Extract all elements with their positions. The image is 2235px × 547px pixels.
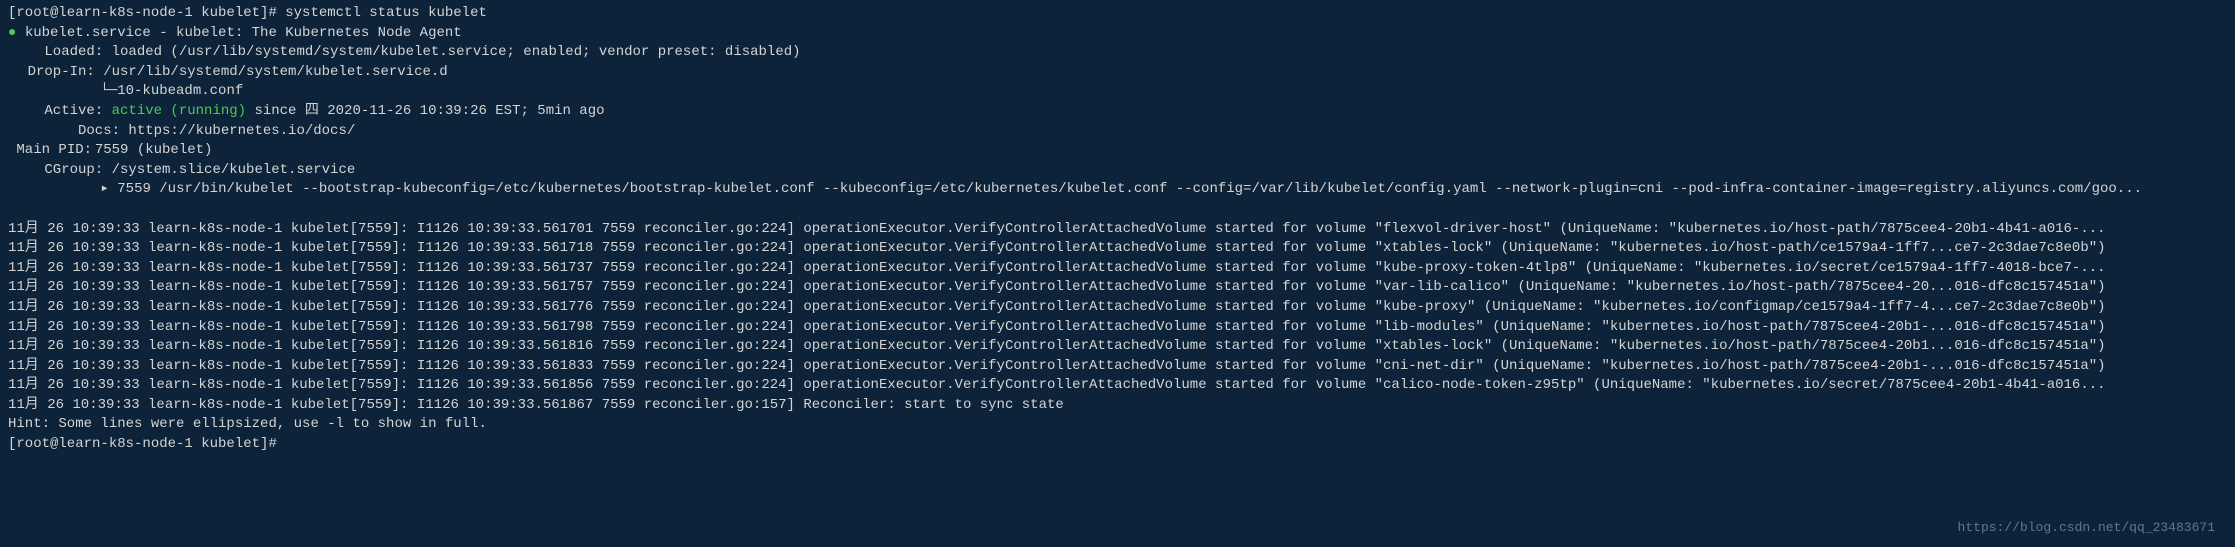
shell-prompt: [root@learn-k8s-node-1 kubelet]# — [8, 5, 285, 21]
dropin-label: Drop-In: — [25, 63, 95, 83]
docs-value: https://kubernetes.io/docs/ — [128, 123, 355, 139]
dropin-file-line: └─10-kubeadm.conf — [8, 82, 2227, 102]
mainpid-value: 7559 (kubelet) — [95, 142, 213, 158]
log-line: 11月 26 10:39:33 learn-k8s-node-1 kubelet… — [8, 298, 2227, 318]
watermark: https://blog.csdn.net/qq_23483671 — [1958, 519, 2215, 537]
log-lines: 11月 26 10:39:33 learn-k8s-node-1 kubelet… — [8, 220, 2227, 416]
blank-line — [8, 200, 2227, 220]
docs-line: Docs: https://kubernetes.io/docs/ — [8, 122, 2227, 142]
service-header: ● kubelet.service - kubelet: The Kuberne… — [8, 24, 2227, 44]
shell-prompt: [root@learn-k8s-node-1 kubelet]# — [8, 436, 277, 452]
cgroup-label: CGroup: — [33, 161, 103, 181]
docs-label: Docs: — [50, 122, 120, 142]
status-bullet-icon: ● — [8, 25, 16, 41]
prompt-line: [root@learn-k8s-node-1 kubelet]# — [8, 435, 2227, 455]
log-line: 11月 26 10:39:33 learn-k8s-node-1 kubelet… — [8, 239, 2227, 259]
hint-line: Hint: Some lines were ellipsized, use -l… — [8, 415, 2227, 435]
active-state: active (running) — [112, 103, 246, 119]
terminal-output: [root@learn-k8s-node-1 kubelet]# systemc… — [8, 4, 2227, 455]
active-line: Active: active (running) since 四 2020-11… — [8, 102, 2227, 122]
service-name: kubelet.service - kubelet: The Kubernete… — [25, 25, 462, 41]
log-line: 11月 26 10:39:33 learn-k8s-node-1 kubelet… — [8, 357, 2227, 377]
loaded-value: loaded (/usr/lib/systemd/system/kubelet.… — [112, 44, 801, 60]
cgroup-value: /system.slice/kubelet.service — [112, 162, 356, 178]
loaded-line: Loaded: loaded (/usr/lib/systemd/system/… — [8, 43, 2227, 63]
dropin-file: └─10-kubeadm.conf — [100, 83, 243, 99]
log-line: 11月 26 10:39:33 learn-k8s-node-1 kubelet… — [8, 278, 2227, 298]
dropin-value: /usr/lib/systemd/system/kubelet.service.… — [103, 64, 447, 80]
mainpid-line: Main PID: 7559 (kubelet) — [8, 141, 2227, 161]
log-line: 11月 26 10:39:33 learn-k8s-node-1 kubelet… — [8, 220, 2227, 240]
cgroup-proc-line: ▸ 7559 /usr/bin/kubelet --bootstrap-kube… — [8, 180, 2227, 200]
arrow-icon: ▸ — [100, 181, 108, 197]
active-label: Active: — [33, 102, 103, 122]
dropin-line: Drop-In: /usr/lib/systemd/system/kubelet… — [8, 63, 2227, 83]
active-since: since 四 2020-11-26 10:39:26 EST; 5min ag… — [246, 103, 604, 119]
log-line: 11月 26 10:39:33 learn-k8s-node-1 kubelet… — [8, 337, 2227, 357]
cgroup-line: CGroup: /system.slice/kubelet.service — [8, 161, 2227, 181]
log-line: 11月 26 10:39:33 learn-k8s-node-1 kubelet… — [8, 318, 2227, 338]
command-text: systemctl status kubelet — [285, 5, 487, 21]
log-line: 11月 26 10:39:33 learn-k8s-node-1 kubelet… — [8, 376, 2227, 396]
mainpid-label: Main PID: — [16, 141, 86, 161]
command-line: [root@learn-k8s-node-1 kubelet]# systemc… — [8, 4, 2227, 24]
log-line: 11月 26 10:39:33 learn-k8s-node-1 kubelet… — [8, 259, 2227, 279]
loaded-label: Loaded: — [33, 43, 103, 63]
cgroup-proc: 7559 /usr/bin/kubelet --bootstrap-kubeco… — [117, 181, 2142, 197]
log-line: 11月 26 10:39:33 learn-k8s-node-1 kubelet… — [8, 396, 2227, 416]
